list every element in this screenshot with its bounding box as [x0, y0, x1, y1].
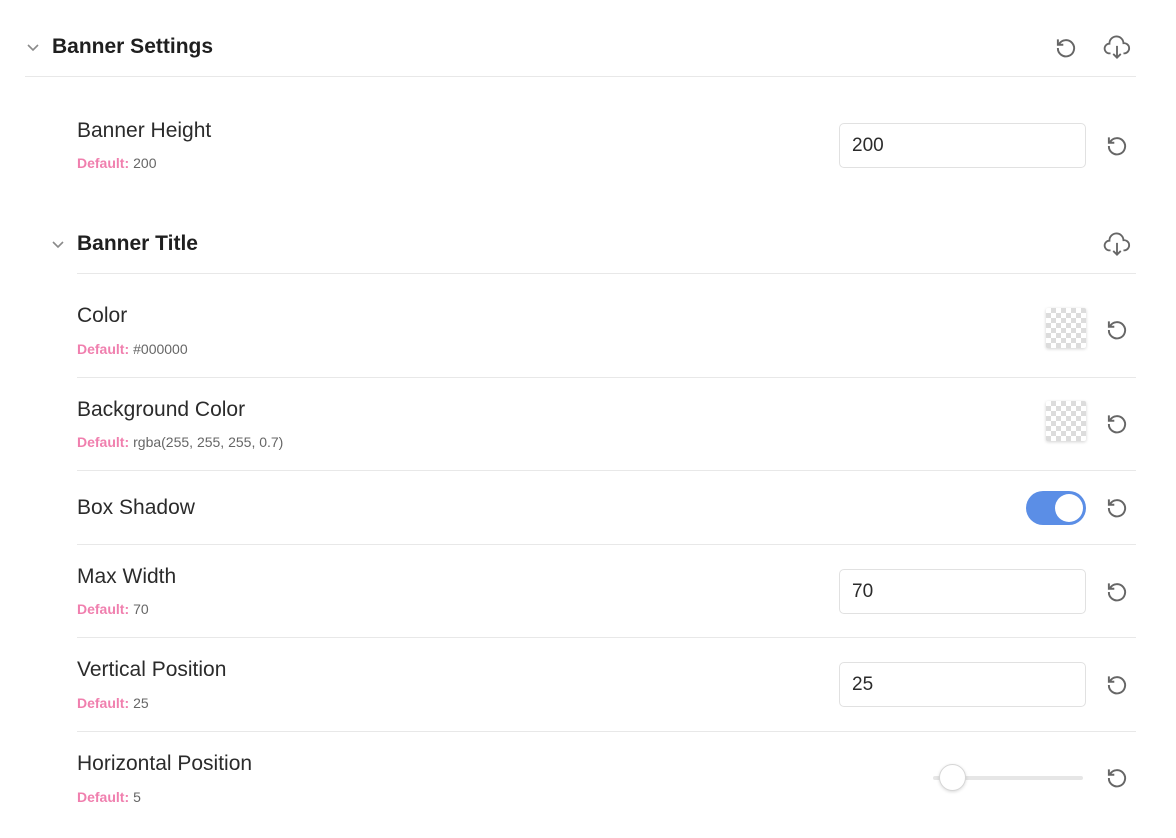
default-value: 5: [133, 789, 141, 805]
color-label: Color: [77, 304, 128, 327]
default-value: #000000: [133, 341, 188, 357]
box-shadow-toggle[interactable]: [1026, 491, 1086, 525]
chevron-down-icon[interactable]: [50, 237, 66, 253]
box-shadow-label: Box Shadow: [77, 496, 195, 519]
default-key: Default:: [77, 601, 130, 617]
default-key: Default:: [77, 155, 130, 171]
horizontal-position-default: Default: 5: [77, 789, 141, 805]
toggle-knob: [1055, 494, 1083, 522]
section-title-banner-title: Banner Title: [77, 232, 198, 255]
banner-height-default: Default: 200: [77, 155, 156, 171]
vertical-position-default: Default: 25: [77, 695, 149, 711]
vertical-position-input[interactable]: [839, 662, 1086, 707]
reset-icon[interactable]: [1102, 315, 1132, 345]
reset-icon[interactable]: [1102, 763, 1132, 793]
reset-icon[interactable]: [1051, 33, 1081, 63]
default-key: Default:: [77, 695, 130, 711]
divider: [77, 377, 1136, 378]
reset-icon[interactable]: [1102, 493, 1132, 523]
default-value: 70: [133, 601, 149, 617]
default-value: rgba(255, 255, 255, 0.7): [133, 434, 284, 450]
chevron-down-icon[interactable]: [25, 40, 41, 56]
max-width-label: Max Width: [77, 565, 177, 588]
background-color-swatch[interactable]: [1046, 401, 1086, 441]
cloud-download-icon[interactable]: [1102, 230, 1132, 260]
divider: [77, 273, 1136, 274]
divider: [77, 731, 1136, 732]
divider: [77, 544, 1136, 545]
background-color-default: Default: rgba(255, 255, 255, 0.7): [77, 434, 283, 450]
default-value: 25: [133, 695, 149, 711]
background-color-label: Background Color: [77, 398, 246, 421]
divider: [77, 470, 1136, 471]
default-value: 200: [133, 155, 157, 171]
reset-icon[interactable]: [1102, 131, 1132, 161]
reset-icon[interactable]: [1102, 577, 1132, 607]
banner-height-label: Banner Height: [77, 119, 212, 142]
max-width-default: Default: 70: [77, 601, 149, 617]
cloud-download-icon[interactable]: [1102, 33, 1132, 63]
default-key: Default:: [77, 341, 130, 357]
color-default: Default: #000000: [77, 341, 188, 357]
default-key: Default:: [77, 789, 130, 805]
banner-height-input[interactable]: [839, 123, 1086, 168]
reset-icon[interactable]: [1102, 670, 1132, 700]
reset-icon[interactable]: [1102, 409, 1132, 439]
horizontal-position-label: Horizontal Position: [77, 752, 253, 775]
section-title-banner-settings: Banner Settings: [52, 35, 214, 58]
divider: [25, 76, 1136, 77]
default-key: Default:: [77, 434, 130, 450]
divider: [77, 637, 1136, 638]
color-swatch[interactable]: [1046, 308, 1086, 348]
max-width-input[interactable]: [839, 569, 1086, 614]
horizontal-position-slider-handle[interactable]: [939, 764, 967, 791]
vertical-position-label: Vertical Position: [77, 658, 227, 681]
